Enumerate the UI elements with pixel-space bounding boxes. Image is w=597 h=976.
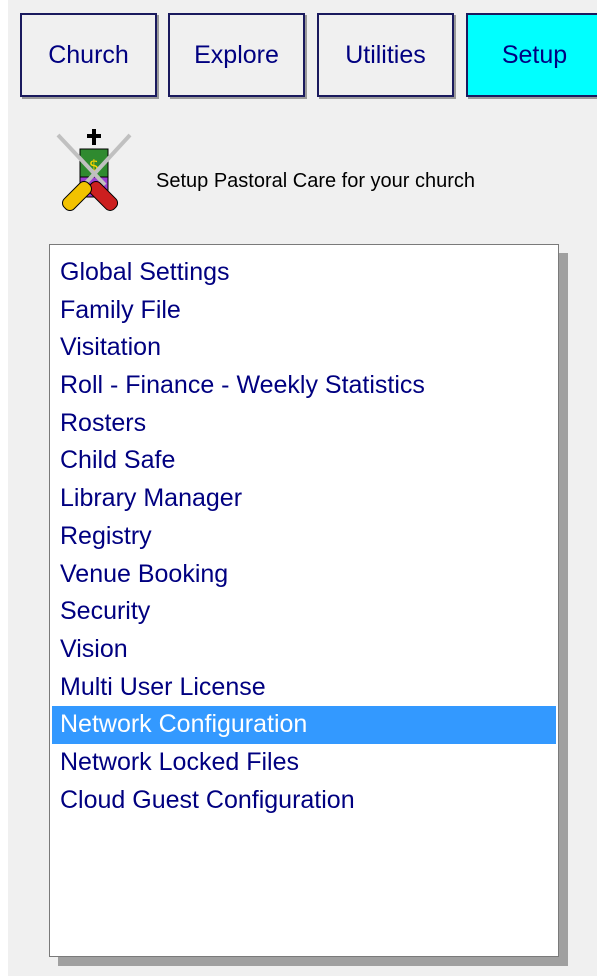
list-item-network-locked-files[interactable]: Network Locked Files (52, 744, 556, 782)
list-item-venue-booking[interactable]: Venue Booking (52, 556, 556, 594)
list-item-global-settings[interactable]: Global Settings (52, 254, 556, 292)
tab-utilities[interactable]: Utilities (317, 13, 454, 97)
list-item-visitation[interactable]: Visitation (52, 329, 556, 367)
list-item-family-file[interactable]: Family File (52, 292, 556, 330)
tab-setup[interactable]: Setup (466, 13, 597, 97)
list-item-vision[interactable]: Vision (52, 631, 556, 669)
header-description: Setup Pastoral Care for your church (156, 170, 476, 192)
list-item-cloud-guest-configuration[interactable]: Cloud Guest Configuration (52, 782, 556, 820)
list-item-registry[interactable]: Registry (52, 518, 556, 556)
list-item-library-manager[interactable]: Library Manager (52, 480, 556, 518)
list-item-security[interactable]: Security (52, 593, 556, 631)
list-item-rosters[interactable]: Rosters (52, 405, 556, 443)
tab-explore[interactable]: Explore (168, 13, 305, 97)
setup-list[interactable]: Global Settings Family File Visitation R… (49, 244, 559, 957)
tab-church[interactable]: Church (20, 13, 157, 97)
list-item-child-safe[interactable]: Child Safe (52, 442, 556, 480)
list-item-roll-finance[interactable]: Roll - Finance - Weekly Statistics (52, 367, 556, 405)
list-item-multi-user-license[interactable]: Multi User License (52, 669, 556, 707)
tools-screwdriver-icon: $ (56, 129, 132, 211)
list-item-network-configuration[interactable]: Network Configuration (52, 706, 556, 744)
